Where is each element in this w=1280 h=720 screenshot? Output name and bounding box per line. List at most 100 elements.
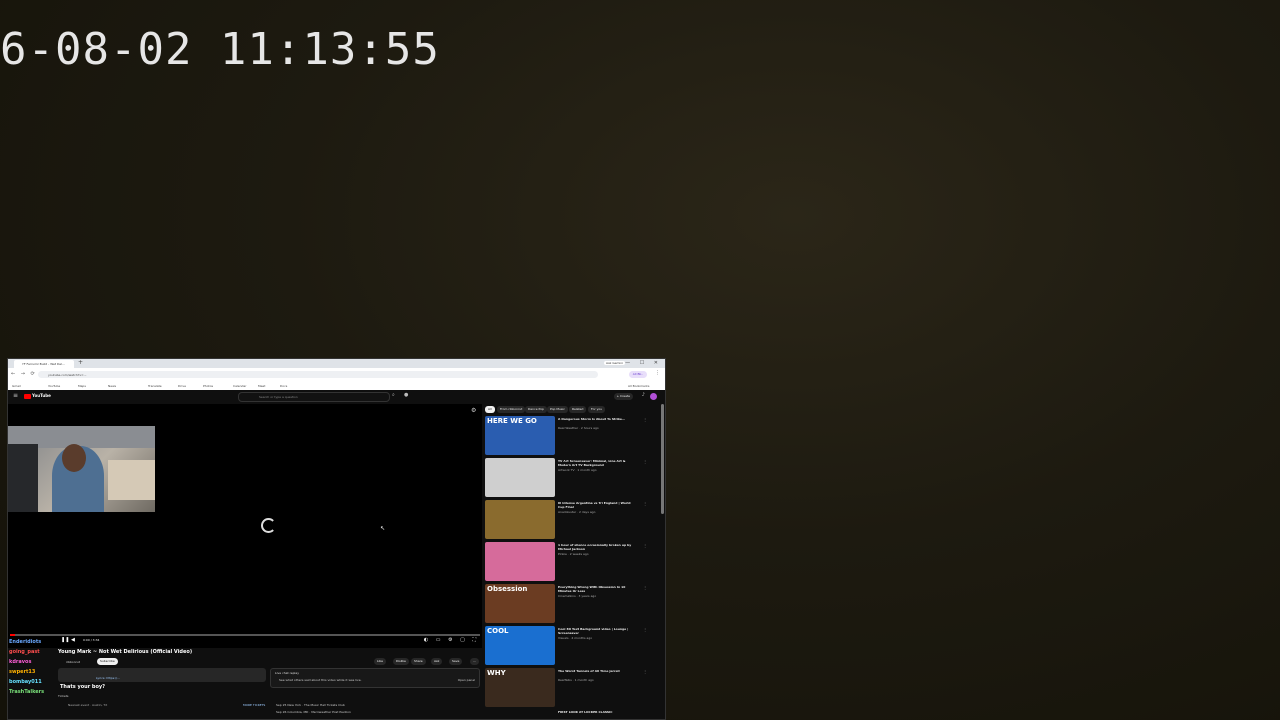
recommendation-title[interactable]: 1 hour of silence occasionally broken up… <box>558 543 638 551</box>
youtube-logo-text: YouTube <box>32 393 51 398</box>
new-tab-button[interactable]: + <box>78 360 83 366</box>
live-chat-replay[interactable]: Live chat replay See what others said ab… <box>270 668 480 688</box>
bookmark-item[interactable]: Meet <box>258 384 265 388</box>
browser-menu-icon[interactable]: ⋮ <box>655 370 660 376</box>
recommendation-item[interactable]: 1 hour of silence occasionally broken up… <box>485 542 661 582</box>
bookmark-item[interactable]: News <box>108 384 116 388</box>
more-tickets-link[interactable]: MORE TICKETS <box>243 703 265 707</box>
description-box[interactable]: Lyrics: https://... <box>58 668 266 682</box>
recommendation-title[interactable]: A Dangerous Storm Is About To Strike... <box>558 417 638 421</box>
thumbnail-text: HERE WE GO <box>487 417 537 425</box>
settings-gear-icon[interactable]: ⚙ <box>471 407 476 414</box>
like-button[interactable]: Like <box>374 658 386 665</box>
event-row[interactable]: Sep 25 New York · The Music Hall Tickets… <box>276 703 345 707</box>
progress-fill <box>10 634 15 636</box>
bookmark-item[interactable]: Maps <box>78 384 86 388</box>
recommendation-meta: RealTalks · 1 month ago <box>558 678 594 682</box>
recommendation-item[interactable]: HERE WE GO A Dangerous Storm Is About To … <box>485 416 661 456</box>
youtube-logo[interactable]: YouTube <box>24 393 51 400</box>
chat-username: swpert13 <box>9 669 36 675</box>
recommendation-item[interactable]: TV Art Screensaver: Minimal, Line Art & … <box>485 458 661 498</box>
bookmark-item[interactable]: Drive <box>178 384 186 388</box>
bookmark-item[interactable]: Calendar <box>233 384 247 388</box>
video-thumbnail[interactable] <box>485 500 555 539</box>
subscribe-button[interactable]: Subscribe <box>97 658 118 665</box>
recommendation-item[interactable]: WHY The Worst Tunnels of All Time Jerrell… <box>485 668 661 708</box>
notifications-bell-icon[interactable]: ♪ <box>642 392 645 398</box>
hamburger-menu-icon[interactable]: ≡ <box>13 392 18 399</box>
ask-button[interactable]: Ask <box>431 658 443 665</box>
tab-youtube[interactable]: YF Ferrumz Build - Wet Del... <box>14 360 74 368</box>
thumbnail-text: COOL <box>487 627 509 635</box>
more-options-icon[interactable]: ⋮ <box>643 543 647 548</box>
save-button[interactable]: Save <box>449 658 463 665</box>
search-icon[interactable]: ⌕ <box>392 392 395 398</box>
progress-bar[interactable] <box>10 634 480 636</box>
dislike-button[interactable]: Dislike <box>393 658 409 665</box>
page-scrollbar[interactable] <box>661 404 664 514</box>
bookmark-item[interactable]: Docs <box>280 384 287 388</box>
recommendation-title[interactable]: The Worst Tunnels of All Time Jerrell <box>558 669 638 673</box>
video-thumbnail[interactable]: Obsession <box>485 584 555 623</box>
profile-button[interactable]: All Bk.. <box>629 371 647 378</box>
youtube-play-logo-icon <box>24 394 31 399</box>
video-thumbnail[interactable]: COOL <box>485 626 555 665</box>
player-right-controls-icon[interactable]: ◐ ▭ ⚙ ▢ ⛶ <box>424 637 479 643</box>
webcam-couch <box>108 460 155 500</box>
nav-back-forward-reload-icon[interactable]: ← → ⟳ <box>11 371 37 377</box>
recommendation-title[interactable]: Cool 3D Text Background video | Lounge |… <box>558 627 638 635</box>
video-player[interactable]: ⚙ ↖ ❚❚ ◀ 0:00 / 3:34 ◐ ▭ ⚙ ▢ ⛶ <box>8 404 482 648</box>
search-input[interactable]: Search or type a question <box>238 392 390 402</box>
recommendation-item[interactable]: Obsession Everything Wrong With Obsession… <box>485 584 661 624</box>
search-placeholder: Search or type a question <box>259 395 298 399</box>
more-options-icon[interactable]: ⋮ <box>643 627 647 632</box>
chip[interactable]: For you <box>588 406 606 413</box>
recommendation-item[interactable]: Ill Intense Argentina vs Tri England | W… <box>485 500 661 540</box>
loading-spinner-icon <box>261 518 276 533</box>
chip[interactable]: Related <box>569 406 587 413</box>
recommendation-title[interactable]: Ill Intense Argentina vs Tri England | W… <box>558 501 638 509</box>
timestamp-overlay: 6-08-02 11:13:55 <box>0 24 440 75</box>
video-thumbnail[interactable] <box>485 458 555 497</box>
avatar[interactable] <box>650 393 657 400</box>
chip[interactable]: Pop Music <box>547 406 568 413</box>
more-options-icon[interactable]: ⋮ <box>643 417 647 422</box>
mouse-cursor-icon: ↖ <box>380 525 386 532</box>
window-controls[interactable]: — ☐ ✕ <box>625 360 662 366</box>
chat-username: Enderidiots <box>9 639 42 645</box>
bookmark-item[interactable]: Photos <box>203 384 213 388</box>
more-options-icon[interactable]: ⋮ <box>643 459 647 464</box>
more-options-icon[interactable]: ⋮ <box>643 669 647 674</box>
bookmark-item[interactable]: YouTube <box>48 384 60 388</box>
recommendation-title[interactable]: FIRST LOOK AT LOCKER CLASSIC <box>558 710 638 714</box>
youtube-header: ≡ YouTube Search or type a question ⌕ ● … <box>8 390 665 403</box>
ask-gemini-button[interactable]: Ask Gemini <box>604 361 625 365</box>
microphone-icon[interactable]: ● <box>404 392 408 398</box>
chip-all[interactable]: All <box>485 406 495 413</box>
more-options-icon[interactable]: ⋮ <box>643 585 647 590</box>
chat-username: kdravos <box>9 659 32 665</box>
recommendation-title[interactable]: Everything Wrong With Obsession In 10 Mi… <box>558 585 638 593</box>
bookmark-item[interactable]: Translate <box>148 384 162 388</box>
chip[interactable]: From ribbonrut <box>497 406 526 413</box>
open-panel-button[interactable]: Open panel <box>458 678 475 682</box>
event-row[interactable]: Sep 26 Columbia, MD · Merriweather Post … <box>276 710 351 714</box>
url-input[interactable]: youtube.com/watch?v=... <box>38 371 598 378</box>
bookmark-item[interactable]: Gmail <box>12 384 21 388</box>
all-bookmarks[interactable]: All Bookmarks <box>628 384 649 388</box>
recommendation-title[interactable]: TV Art Screensaver: Minimal, Line Art & … <box>558 459 638 467</box>
video-thumbnail[interactable] <box>485 542 555 581</box>
share-button[interactable]: Share <box>411 658 426 665</box>
thumbnail-text: WHY <box>487 669 506 677</box>
video-thumbnail[interactable]: HERE WE GO <box>485 416 555 455</box>
chip[interactable]: Dance Pop <box>525 406 547 413</box>
webcam-person-head <box>62 444 86 472</box>
recommendation-meta: CinemaSins · 3 years ago <box>558 594 597 598</box>
create-button[interactable]: + Create <box>613 393 633 400</box>
more-actions-button[interactable]: ... <box>470 658 479 665</box>
recommendation-item[interactable]: COOL Cool 3D Text Background video | Loun… <box>485 626 661 666</box>
video-thumbnail[interactable]: WHY <box>485 668 555 707</box>
more-options-icon[interactable]: ⋮ <box>643 501 647 506</box>
recommendation-meta: Artwork TV · 1 month ago <box>558 468 597 472</box>
url-text: youtube.com/watch?v=... <box>48 373 87 377</box>
